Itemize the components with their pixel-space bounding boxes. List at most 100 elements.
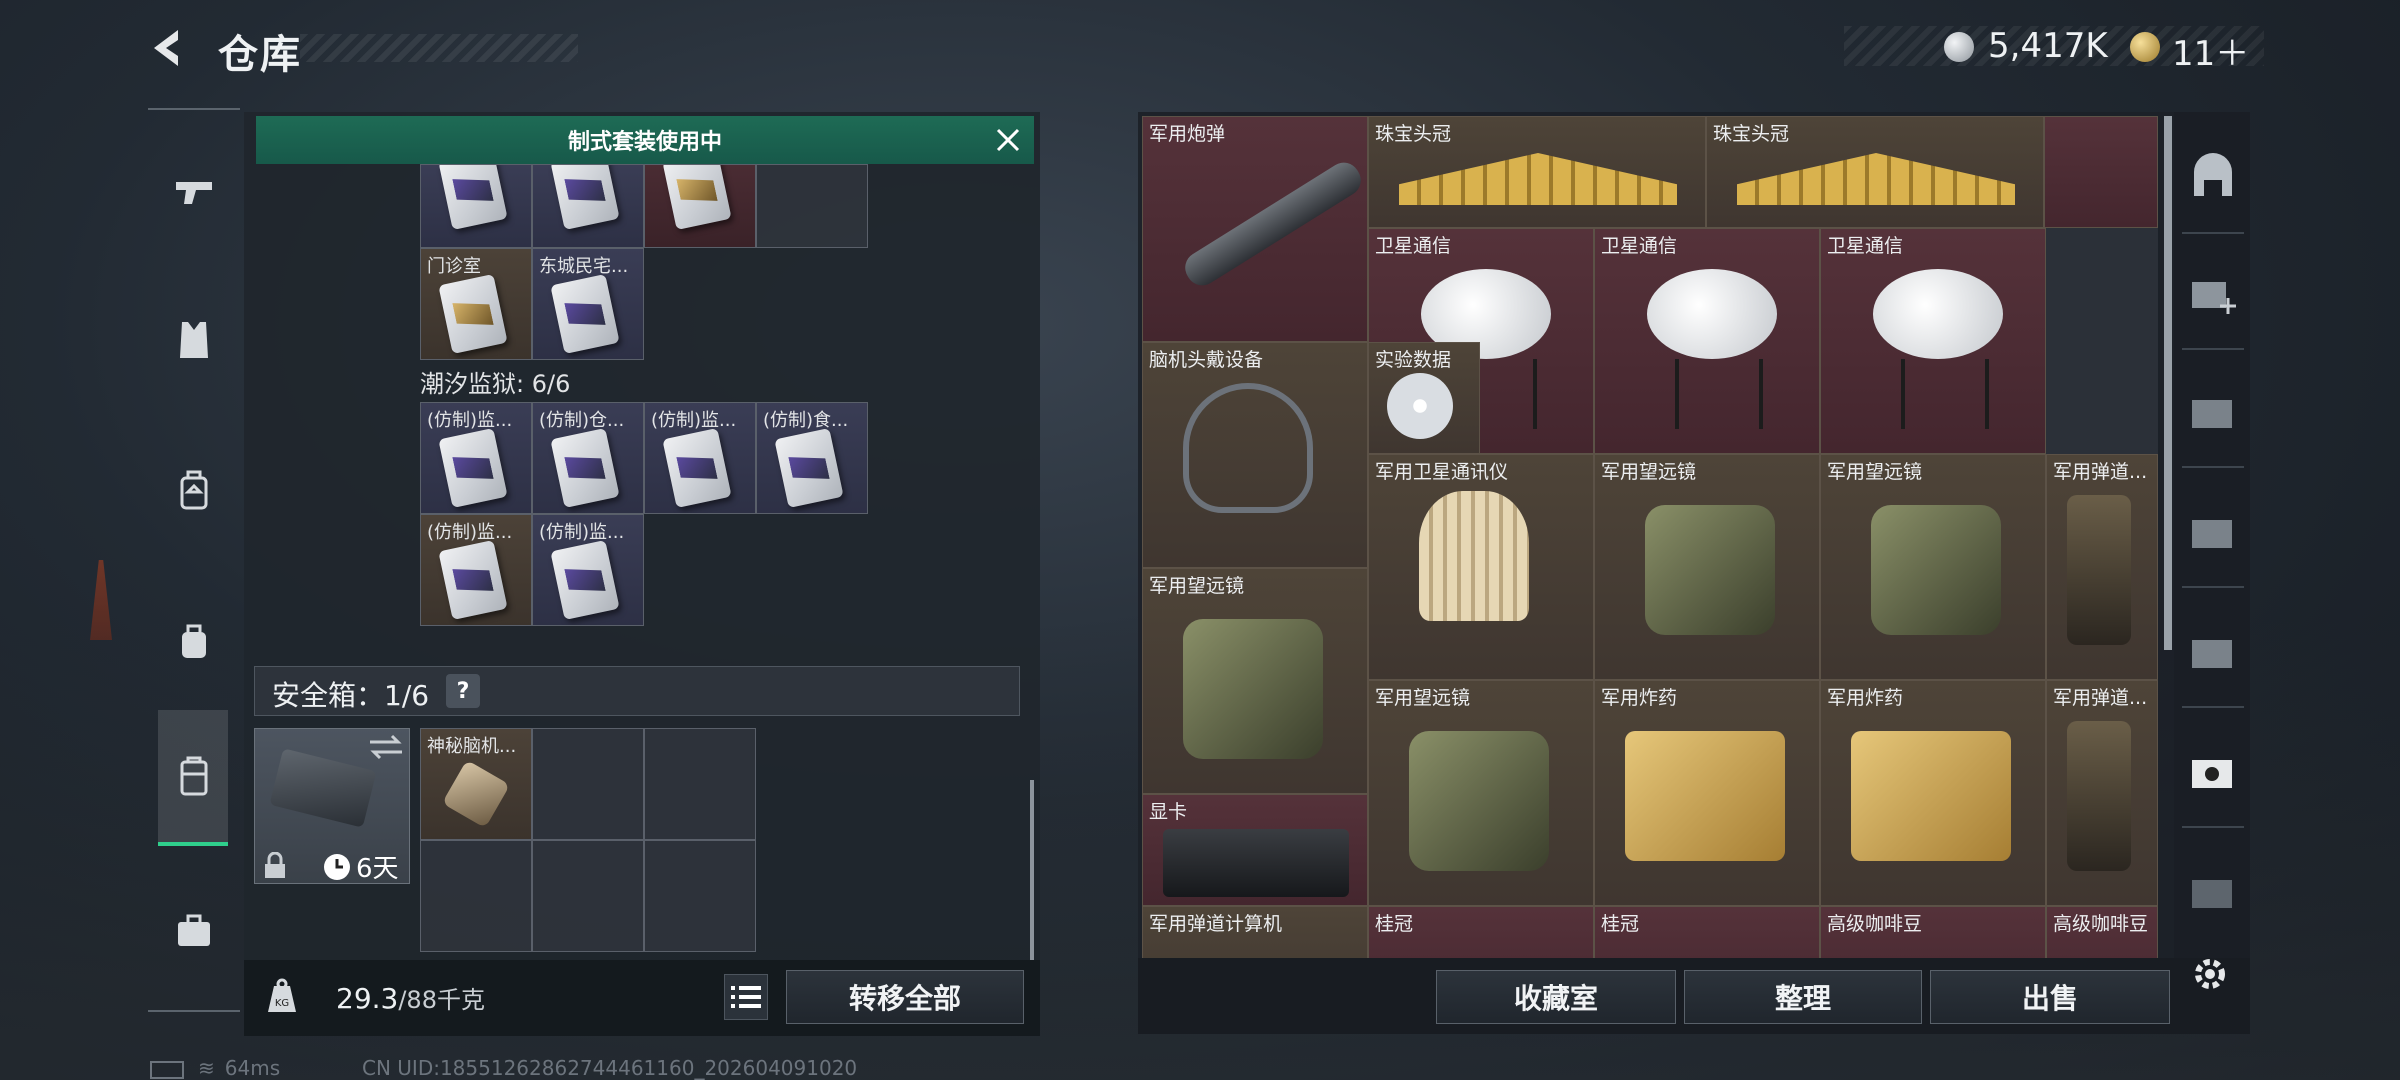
data-disc-image: [1387, 373, 1453, 439]
item-label: 显卡: [1149, 801, 1188, 823]
key-card-slot[interactable]: (仿制)仓...: [532, 402, 644, 514]
key-card-slot[interactable]: (仿制)监...: [420, 514, 532, 626]
item-tile[interactable]: 卫星通信: [1594, 228, 1820, 454]
add-storage-icon[interactable]: [2188, 268, 2238, 318]
stash-grid: 军用炮弹 珠宝头冠 珠宝头冠 卫星通信 卫星通信 卫星通信 脑机头戴设备 军用卫…: [1142, 116, 2158, 958]
item-label: 卫星通信: [1827, 235, 1904, 257]
empty-slot[interactable]: [644, 728, 756, 840]
artillery-shell-image: [1179, 156, 1367, 292]
empty-slot[interactable]: [532, 728, 644, 840]
storage-iv-icon[interactable]: [2188, 386, 2238, 436]
graphics-card-image: [1163, 829, 1349, 897]
tab-divider: [2182, 826, 2244, 828]
safe-item-slot[interactable]: 神秘脑机...: [420, 728, 532, 840]
storage-iv-icon[interactable]: [2188, 506, 2238, 556]
list-view-button[interactable]: [724, 974, 768, 1020]
empty-slot[interactable]: [756, 164, 868, 248]
section-title: 潮汐监狱: 6/6: [420, 370, 571, 398]
nav-bag[interactable]: [164, 610, 224, 670]
empty-slot[interactable]: [532, 840, 644, 952]
item-label: 军用弹道计算机: [1149, 913, 1283, 935]
item-label: 军用望远镜: [1827, 461, 1923, 483]
storage-v-selected-icon[interactable]: [2188, 746, 2238, 796]
storage-v-icon[interactable]: [2188, 866, 2238, 916]
item-tile[interactable]: 显卡: [1142, 794, 1368, 906]
key-card-slot[interactable]: [420, 164, 532, 248]
briefcase-icon: [178, 914, 210, 946]
item-label: 神秘脑机...: [427, 736, 517, 757]
item-tile[interactable]: 军用望远镜: [1594, 454, 1820, 680]
key-card-slot[interactable]: (仿制)食...: [756, 402, 868, 514]
key-card-slot[interactable]: [644, 164, 756, 248]
transfer-all-button[interactable]: 转移全部: [786, 970, 1024, 1024]
item-tile[interactable]: 桂冠: [1594, 906, 1820, 958]
safe-case-icon: [180, 756, 208, 796]
weight-display: 29.3/88千克: [336, 980, 485, 1015]
item-tile[interactable]: 实验数据: [1368, 342, 1480, 454]
item-tile[interactable]: 高级咖啡豆: [1820, 906, 2046, 958]
key-card-slot[interactable]: 东城民宅...: [532, 248, 644, 360]
item-tile[interactable]: 军用弹道...: [2046, 680, 2158, 906]
item-tile[interactable]: 珠宝头冠: [1706, 116, 2044, 228]
user-uid: CN UID:18551262862744461160_202604091020: [362, 1056, 858, 1080]
jewel-crown-image: [1399, 153, 1677, 205]
item-label: 东城民宅...: [539, 256, 629, 277]
swap-icon[interactable]: [366, 732, 406, 762]
key-card-icon: [438, 427, 508, 509]
left-scrollbar[interactable]: [1030, 780, 1034, 960]
item-tile[interactable]: 高级咖啡豆: [2046, 906, 2158, 958]
key-card-slot[interactable]: (仿制)监...: [532, 514, 644, 626]
key-card-slot[interactable]: (仿制)监...: [644, 402, 756, 514]
nav-weapons[interactable]: [164, 162, 224, 222]
item-tile[interactable]: 军用弹道...: [2046, 454, 2158, 680]
organize-button[interactable]: 整理: [1684, 970, 1922, 1024]
dish-stand: [1901, 359, 1989, 429]
brain-chip-image: [441, 759, 511, 829]
item-tile[interactable]: 军用望远镜: [1368, 680, 1594, 906]
item-tile[interactable]: 军用望远镜: [1142, 568, 1368, 794]
currency-gold-value[interactable]: 11＋: [2172, 26, 2249, 75]
satellite-dish-image: [1873, 269, 2003, 359]
tab-divider: [2182, 348, 2244, 350]
key-card-slot[interactable]: (仿制)监...: [420, 402, 532, 514]
item-tile[interactable]: 军用卫星通讯仪: [1368, 454, 1594, 680]
item-tile[interactable]: 脑机头戴设备: [1142, 342, 1368, 568]
close-icon[interactable]: [990, 122, 1026, 158]
weight-max: /88千克: [398, 986, 485, 1014]
item-tile[interactable]: 军用弹道计算机: [1142, 906, 1368, 958]
binoculars-image: [1183, 619, 1323, 759]
binoculars-image: [1409, 731, 1549, 871]
item-label: (仿制)食...: [763, 410, 849, 431]
empty-slot[interactable]: [420, 840, 532, 952]
empty-slot[interactable]: [644, 840, 756, 952]
item-tile[interactable]: 军用炸药: [1594, 680, 1820, 906]
collection-room-button[interactable]: 收藏室: [1436, 970, 1676, 1024]
nav-backpack[interactable]: [164, 460, 224, 520]
item-tile[interactable]: 军用炮弹: [1142, 116, 1368, 342]
help-button[interactable]: ?: [446, 674, 480, 708]
nav-safe-case[interactable]: [164, 746, 224, 806]
item-tile[interactable]: 军用望远镜: [1820, 454, 2046, 680]
satellite-dish-image: [1647, 269, 1777, 359]
item-tile[interactable]: 桂冠: [1368, 906, 1594, 958]
key-card-slot[interactable]: 门诊室: [420, 248, 532, 360]
back-arrow-icon[interactable]: [148, 26, 192, 70]
explosive-crate-image: [1625, 731, 1785, 861]
item-label: 桂冠: [1601, 913, 1640, 935]
item-tile[interactable]: [2044, 116, 2158, 228]
nav-armor[interactable]: [164, 310, 224, 370]
key-card-icon: [662, 427, 732, 509]
key-card-slot[interactable]: [532, 164, 644, 248]
vault-icon[interactable]: [2188, 152, 2238, 202]
sell-button[interactable]: 出售: [1930, 970, 2170, 1024]
ballistic-computer-image: [2067, 721, 2131, 871]
storage-iv-icon[interactable]: [2188, 626, 2238, 676]
settings-gear-icon[interactable]: [2190, 954, 2230, 994]
nav-briefcase[interactable]: [164, 900, 224, 960]
item-tile[interactable]: 卫星通信: [1820, 228, 2046, 454]
item-tile[interactable]: 珠宝头冠: [1368, 116, 1706, 228]
right-scrollbar[interactable]: [2164, 116, 2172, 650]
key-card-icon: [662, 165, 732, 231]
item-tile[interactable]: 军用炸药: [1820, 680, 2046, 906]
item-label: 军用望远镜: [1149, 575, 1245, 597]
